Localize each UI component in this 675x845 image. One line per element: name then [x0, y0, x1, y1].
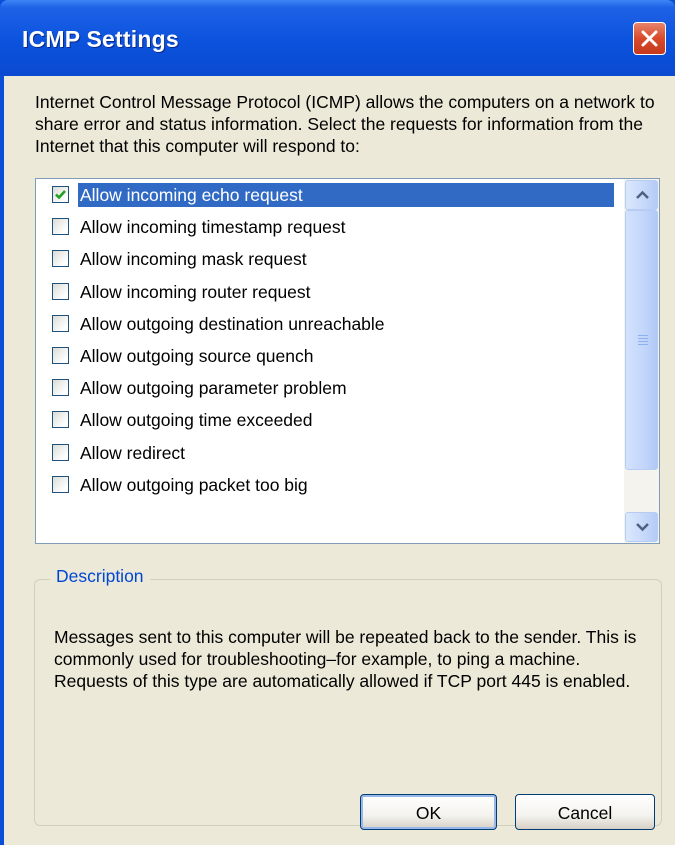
icmp-settings-dialog: ICMP Settings Internet Control Message P… [0, 0, 675, 845]
request-label: Allow incoming router request [80, 281, 311, 302]
request-label: Allow incoming mask request [80, 249, 307, 270]
request-label: Allow outgoing parameter problem [80, 378, 347, 399]
dialog-body: Internet Control Message Protocol (ICMP)… [4, 76, 675, 845]
list-item[interactable]: Allow incoming echo request [36, 180, 626, 210]
list-item[interactable]: Allow outgoing destination unreachable [36, 309, 626, 339]
scroll-thumb[interactable] [625, 210, 658, 470]
request-checkbox[interactable] [52, 282, 69, 300]
scroll-down-button[interactable] [625, 512, 658, 542]
list-item[interactable]: Allow incoming router request [36, 277, 626, 307]
close-x-icon [641, 30, 658, 47]
request-checkbox[interactable] [52, 475, 69, 493]
list-item[interactable]: Allow outgoing parameter problem [36, 373, 626, 403]
list-item[interactable]: Allow redirect [36, 438, 626, 468]
checkmark-icon [55, 190, 66, 200]
grip-line [638, 344, 648, 345]
request-label: Allow incoming timestamp request [80, 217, 346, 238]
list-item[interactable]: Allow outgoing time exceeded [36, 405, 626, 435]
request-checkbox[interactable] [52, 186, 69, 203]
request-label: Allow outgoing packet too big [80, 474, 308, 495]
description-label: Description [50, 566, 150, 587]
description-text: Messages sent to this computer will be r… [54, 627, 637, 691]
intro-text: Internet Control Message Protocol (ICMP)… [35, 92, 655, 156]
scroll-up-button[interactable] [625, 180, 658, 210]
list-item[interactable]: Allow outgoing source quench [36, 341, 626, 371]
chevron-up-icon [636, 190, 649, 199]
request-label: Allow outgoing time exceeded [80, 410, 313, 431]
request-checkbox[interactable] [52, 314, 69, 332]
request-checkbox[interactable] [52, 347, 69, 364]
grip-line [638, 338, 648, 339]
request-label: Allow incoming echo request [78, 183, 614, 207]
cancel-button[interactable]: Cancel [515, 794, 655, 830]
list-item[interactable]: Allow outgoing packet too big [36, 470, 626, 500]
list-item[interactable]: Allow incoming timestamp request [36, 212, 626, 242]
icmp-requests-list[interactable]: Allow incoming echo request Allow incomin… [35, 178, 660, 544]
dialog-title: ICMP Settings [22, 26, 179, 52]
grip-line [638, 335, 648, 336]
ok-button[interactable]: OK [360, 794, 497, 830]
vertical-scrollbar[interactable] [624, 179, 659, 543]
request-checkbox[interactable] [52, 411, 69, 429]
description-group [34, 579, 662, 826]
request-checkbox[interactable] [52, 443, 69, 461]
request-label: Allow outgoing source quench [80, 346, 314, 366]
request-checkbox[interactable] [52, 379, 69, 397]
request-checkbox[interactable] [52, 218, 69, 236]
request-checkbox[interactable] [52, 250, 69, 268]
title-bar[interactable]: ICMP Settings [0, 0, 675, 76]
chevron-down-icon [636, 523, 649, 532]
close-button[interactable] [633, 22, 666, 55]
request-label: Allow redirect [80, 442, 186, 463]
list-item[interactable]: Allow incoming mask request [36, 244, 626, 274]
request-label: Allow outgoing destination unreachable [80, 313, 385, 334]
grip-line [638, 341, 648, 342]
